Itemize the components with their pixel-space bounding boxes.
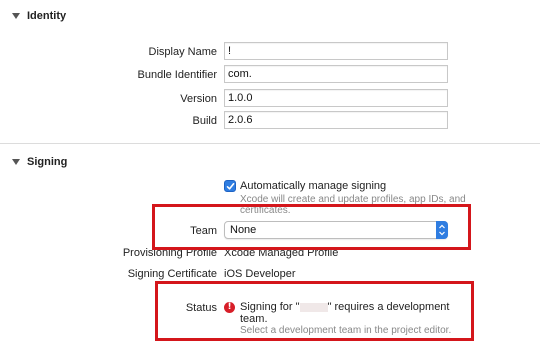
disclosure-triangle-icon[interactable] <box>12 159 20 165</box>
auto-manage-signing-label[interactable]: Automatically manage signing <box>240 180 386 192</box>
bundle-identifier-label: Bundle Identifier <box>137 69 218 81</box>
signing-section-header[interactable]: Signing <box>0 153 540 173</box>
checkmark-icon <box>226 183 235 190</box>
auto-manage-signing-checkbox[interactable] <box>224 180 236 192</box>
identity-section-title: Identity <box>27 10 67 22</box>
display-name-field[interactable]: ! <box>224 42 448 60</box>
disclosure-triangle-icon[interactable] <box>12 13 20 19</box>
build-field[interactable]: 2.0.6 <box>224 111 448 129</box>
identity-section-header[interactable]: Identity <box>0 7 540 27</box>
build-label: Build <box>192 115 217 127</box>
status-highlight-box <box>155 281 474 341</box>
version-label: Version <box>180 93 217 105</box>
version-field[interactable]: 1.0.0 <box>224 89 448 107</box>
signing-section-title: Signing <box>27 156 68 168</box>
section-divider <box>0 143 540 144</box>
display-name-label: Display Name <box>148 46 217 58</box>
team-highlight-box <box>152 204 471 250</box>
bundle-identifier-field[interactable]: com. <box>224 65 448 83</box>
signing-certificate-value: iOS Developer <box>224 268 296 280</box>
signing-certificate-label: Signing Certificate <box>127 268 217 280</box>
